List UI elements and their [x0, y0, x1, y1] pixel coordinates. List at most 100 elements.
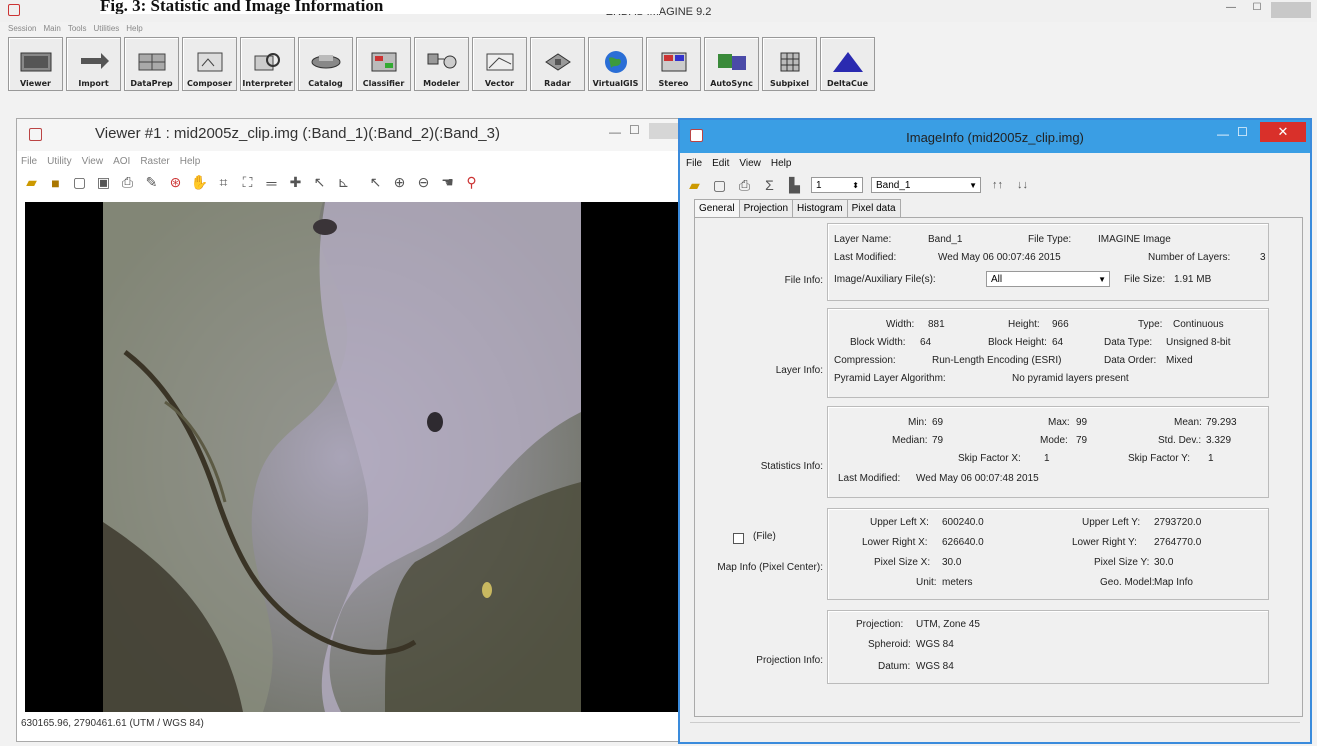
general-panel: File Info: Layer Name: Band_1 File Type:… — [694, 217, 1303, 717]
arrow-tool-icon[interactable]: ↖ — [311, 174, 328, 191]
dataprep-icon — [134, 49, 170, 75]
viewer-title: Viewer #1 : mid2005z_clip.img (:Band_1)(… — [95, 125, 500, 142]
zoom-in-icon[interactable]: ⊕ — [391, 174, 408, 191]
file-checkbox[interactable] — [733, 533, 744, 544]
inquire-icon[interactable]: ⚲ — [463, 174, 480, 191]
interpreter-button[interactable]: Interpreter — [240, 37, 295, 91]
save-icon[interactable]: ▣ — [95, 174, 112, 191]
imageinfo-minimize-button[interactable]: — — [1217, 127, 1229, 141]
statistics-info-label: Statistics Info: — [760, 461, 823, 472]
catalog-icon — [308, 49, 344, 75]
image-canvas[interactable] — [25, 202, 687, 712]
grid-icon[interactable]: ⌗ — [215, 174, 232, 191]
viewer-menu-aoi[interactable]: AOI — [113, 156, 130, 167]
aux-file-select[interactable]: All ▼ — [986, 271, 1110, 287]
maximize-button[interactable]: ☐ — [1245, 2, 1269, 16]
file-checkbox-label: (File) — [753, 531, 776, 542]
imageinfo-title: ImageInfo (mid2005z_clip.img) — [906, 130, 1084, 145]
measure-icon[interactable]: ═ — [263, 174, 280, 191]
number-of-layers-value: 3 — [1260, 252, 1266, 263]
file-type-value: IMAGINE Image — [1098, 234, 1171, 245]
deltacue-icon — [830, 49, 866, 75]
select-pointer-icon[interactable]: ↖ — [367, 174, 384, 191]
viewer-app-icon — [29, 128, 42, 141]
vector-button[interactable]: Vector — [472, 37, 527, 91]
viewer-menu-utility[interactable]: Utility — [47, 156, 71, 167]
menu-main[interactable]: Main — [43, 24, 60, 33]
layer-info-group: Width: 881 Height: 966 Type: Continuous … — [827, 308, 1269, 398]
menu-utilities[interactable]: Utilities — [94, 24, 120, 33]
dataprep-button[interactable]: DataPrep — [124, 37, 179, 91]
new-icon[interactable]: ▢ — [711, 177, 728, 194]
print-icon[interactable]: ⎙ — [736, 177, 753, 194]
print-icon[interactable]: ⎙ — [119, 174, 136, 191]
layer-info-label: Layer Info: — [775, 365, 823, 376]
menu-help[interactable]: Help — [126, 24, 142, 33]
interpreter-icon — [250, 49, 286, 75]
globe-icon — [598, 49, 634, 75]
map-info-group: Upper Left X: 600240.0 Upper Left Y: 279… — [827, 508, 1269, 600]
projection-info-group: Projection: UTM, Zone 45 Spheroid: WGS 8… — [827, 610, 1269, 684]
prev-layer-icon[interactable]: ↓↓ — [1014, 177, 1031, 194]
close-button[interactable] — [1271, 2, 1311, 18]
viewer-toolbar: ▰ ■ ▢ ▣ ⎙ ✎ ⊛ ✋ ⌗ ⛶ ═ ✚ ↖ ⊾ ↖ ⊕ ⊖ ☚ ⚲ — [23, 174, 480, 191]
band-select[interactable]: Band_1 ▼ — [871, 177, 981, 193]
viewer-minimize-button[interactable]: — — [609, 125, 621, 139]
imageinfo-title-bar: ImageInfo (mid2005z_clip.img) — ☐ ✕ — [680, 120, 1310, 153]
eraser-icon[interactable]: ✎ — [143, 174, 160, 191]
menu-session[interactable]: Session — [8, 24, 36, 33]
crosshair-icon[interactable]: ✚ — [287, 174, 304, 191]
layer-number-stepper[interactable]: 1 ⬍ — [811, 177, 863, 193]
subpixel-button[interactable]: Subpixel — [762, 37, 817, 91]
imageinfo-close-button[interactable]: ✕ — [1260, 122, 1306, 142]
menu-tools[interactable]: Tools — [68, 24, 87, 33]
target-icon[interactable]: ⊛ — [167, 174, 184, 191]
viewer-menu-raster[interactable]: Raster — [140, 156, 169, 167]
histogram-icon[interactable]: ▙ — [786, 177, 803, 194]
viewer-menu-file[interactable]: File — [21, 156, 37, 167]
minimize-button[interactable]: — — [1219, 2, 1243, 16]
tab-projection[interactable]: Projection — [738, 199, 794, 217]
composer-button[interactable]: Composer — [182, 37, 237, 91]
pan-hand-icon[interactable]: ✋ — [191, 174, 208, 191]
imageinfo-toolbar: ▰ ▢ ⎙ Σ ▙ 1 ⬍ Band_1 ▼ ↑↑ ↓↓ — [686, 173, 1031, 197]
file-info-group: Layer Name: Band_1 File Type: IMAGINE Im… — [827, 223, 1269, 301]
imageinfo-menu-file[interactable]: File — [686, 158, 702, 169]
stereo-button[interactable]: Stereo — [646, 37, 701, 91]
viewer-maximize-button[interactable]: ☐ — [629, 123, 640, 137]
figure-caption: Fig. 3: Statistic and Image Information — [100, 0, 660, 14]
imageinfo-menu-edit[interactable]: Edit — [712, 158, 729, 169]
viewer-menu-view[interactable]: View — [82, 156, 104, 167]
profile-icon[interactable]: ⊾ — [335, 174, 352, 191]
open-layer-icon[interactable]: ■ — [47, 174, 64, 191]
virtualgis-button[interactable]: VirtualGIS — [588, 37, 643, 91]
next-layer-icon[interactable]: ↑↑ — [989, 177, 1006, 194]
viewer-button[interactable]: Viewer — [8, 37, 63, 91]
catalog-button[interactable]: Catalog — [298, 37, 353, 91]
subpixel-icon — [772, 49, 808, 75]
classifier-button[interactable]: Classifier — [356, 37, 411, 91]
open-folder-icon[interactable]: ▰ — [23, 174, 40, 191]
modeler-button[interactable]: Modeler — [414, 37, 469, 91]
tab-general[interactable]: General — [694, 199, 740, 217]
projection-info-label: Projection Info: — [756, 655, 823, 666]
chevron-down-icon: ▼ — [1098, 275, 1106, 284]
deltacue-button[interactable]: DeltaCue — [820, 37, 875, 91]
radar-button[interactable]: Radar — [530, 37, 585, 91]
viewer-icon — [18, 49, 54, 75]
import-button[interactable]: Import — [66, 37, 121, 91]
autosync-button[interactable]: AutoSync — [704, 37, 759, 91]
tab-histogram[interactable]: Histogram — [792, 199, 848, 217]
new-icon[interactable]: ▢ — [71, 174, 88, 191]
roam-hand-icon[interactable]: ☚ — [439, 174, 456, 191]
imageinfo-maximize-button[interactable]: ☐ — [1237, 125, 1248, 139]
radar-icon — [540, 49, 576, 75]
open-folder-icon[interactable]: ▰ — [686, 177, 703, 194]
zoom-out-icon[interactable]: ⊖ — [415, 174, 432, 191]
imageinfo-menu-help[interactable]: Help — [771, 158, 792, 169]
imageinfo-menu-view[interactable]: View — [739, 158, 761, 169]
fit-icon[interactable]: ⛶ — [239, 174, 256, 191]
sigma-icon[interactable]: Σ — [761, 177, 778, 194]
tab-pixel-data[interactable]: Pixel data — [846, 199, 901, 217]
viewer-menu-help[interactable]: Help — [180, 156, 201, 167]
